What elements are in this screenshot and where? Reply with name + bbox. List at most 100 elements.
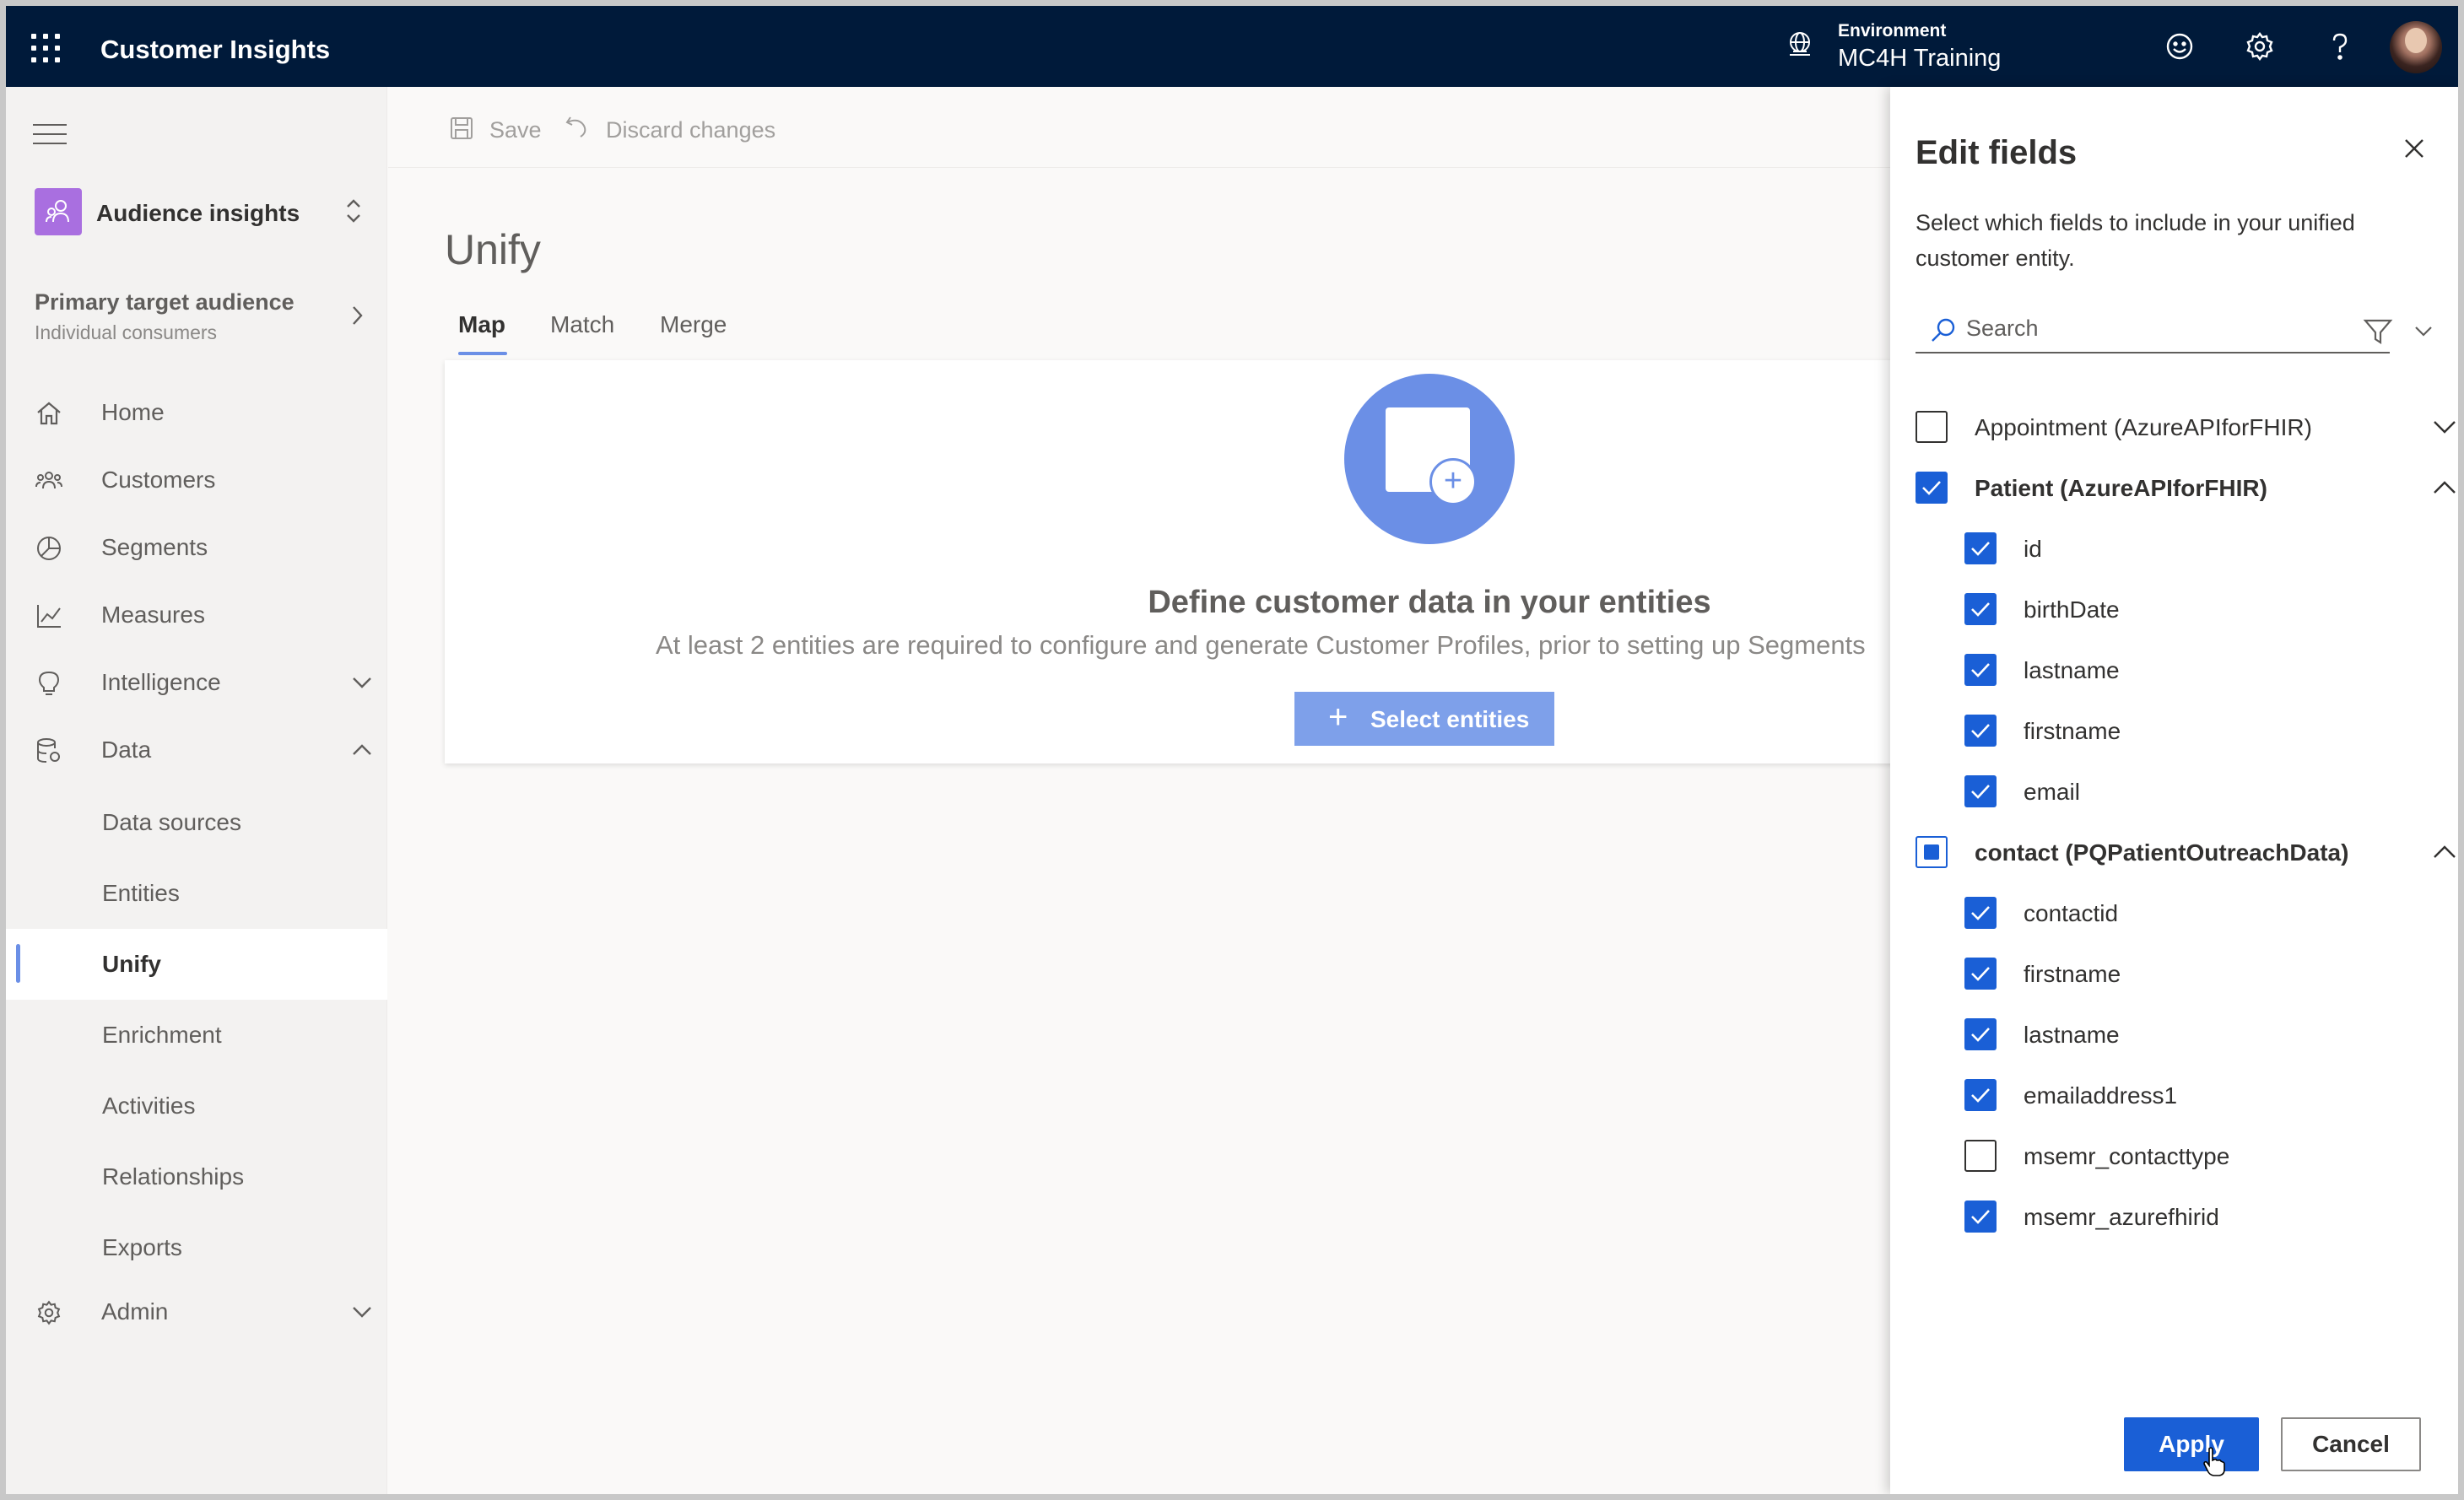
- field-label: firstname: [2024, 718, 2121, 744]
- nav-label: Relationships: [102, 1163, 245, 1190]
- field-row[interactable]: email: [1964, 767, 2458, 814]
- nav-label: Data: [101, 737, 152, 763]
- nav-label: Activities: [102, 1093, 196, 1119]
- tab-match[interactable]: Match: [550, 311, 614, 338]
- chevron-down-icon[interactable]: [350, 674, 374, 695]
- field-row[interactable]: msemr_contacttype: [1964, 1131, 2458, 1179]
- group-appointment[interactable]: Appointment (AzureAPIforFHIR): [1916, 402, 2456, 450]
- nav-label: Entities: [102, 880, 180, 906]
- waffle-icon[interactable]: [31, 34, 60, 62]
- field-row[interactable]: firstname: [1964, 706, 2458, 753]
- audience-switcher[interactable]: Audience insights: [96, 200, 300, 227]
- primary-audience-subtitle: Individual consumers: [35, 321, 218, 343]
- app-title[interactable]: Customer Insights: [100, 35, 330, 65]
- field-checkbox[interactable]: [1964, 1201, 1997, 1233]
- help-icon[interactable]: [2323, 30, 2357, 63]
- chevron-down-icon[interactable]: [350, 1303, 374, 1325]
- field-label: lastname: [2024, 1022, 2120, 1048]
- nav-label: Customers: [101, 467, 216, 493]
- add-icon: +: [1429, 458, 1477, 505]
- avatar[interactable]: [2390, 21, 2442, 73]
- field-checkbox[interactable]: [1964, 775, 1997, 807]
- nav-label: Data sources: [102, 809, 241, 835]
- nav-customers[interactable]: Customers: [6, 446, 387, 514]
- panel-title: Edit fields: [1916, 134, 2078, 171]
- panel-description: Select which fields to include in your u…: [1916, 210, 2355, 271]
- nav-segments[interactable]: Segments: [6, 514, 387, 581]
- hamburger-menu-icon[interactable]: [33, 124, 67, 152]
- field-row[interactable]: firstname: [1964, 949, 2458, 996]
- nav-exports[interactable]: Exports: [6, 1212, 387, 1283]
- field-row[interactable]: msemr_azurefhirid: [1964, 1192, 2458, 1239]
- smiley-icon[interactable]: [2163, 30, 2197, 63]
- nav-data-sources[interactable]: Data sources: [6, 787, 387, 858]
- environment-icon[interactable]: [1785, 30, 1815, 64]
- field-checkbox[interactable]: [1964, 532, 1997, 564]
- chevron-right-icon[interactable]: [349, 303, 365, 332]
- group-label: Appointment (AzureAPIforFHIR): [1975, 414, 2312, 440]
- select-entities-button[interactable]: + Select entities: [1294, 692, 1554, 746]
- tab-map[interactable]: Map: [458, 311, 505, 338]
- gear-icon[interactable]: [2243, 30, 2277, 63]
- checkbox-appointment[interactable]: [1916, 411, 1948, 443]
- home-icon: [35, 399, 63, 428]
- audience-insights-icon: [35, 188, 82, 235]
- chevron-up-icon[interactable]: [2432, 480, 2457, 499]
- save-button[interactable]: Save: [489, 117, 542, 143]
- left-nav: Audience insights Primary target audienc…: [6, 87, 387, 1494]
- filter-icon[interactable]: [2363, 316, 2393, 351]
- chevron-up-icon[interactable]: [350, 742, 374, 763]
- field-label: firstname: [2024, 961, 2121, 987]
- chevron-down-icon[interactable]: [2413, 325, 2434, 343]
- field-checkbox[interactable]: [1964, 593, 1997, 625]
- field-label: emailaddress1: [2024, 1082, 2178, 1109]
- nav-measures[interactable]: Measures: [6, 581, 387, 649]
- field-checkbox[interactable]: [1964, 1079, 1997, 1111]
- nav-entities[interactable]: Entities: [6, 858, 387, 929]
- field-checkbox[interactable]: [1964, 897, 1997, 929]
- field-row[interactable]: contactid: [1964, 888, 2458, 936]
- field-checkbox[interactable]: [1964, 1140, 1997, 1172]
- field-checkbox[interactable]: [1964, 654, 1997, 686]
- nav-activities[interactable]: Activities: [6, 1071, 387, 1141]
- checkbox-contact[interactable]: [1916, 836, 1948, 868]
- nav-label: Home: [101, 399, 165, 425]
- top-bar: Customer Insights Environment MC4H Train…: [6, 6, 2458, 87]
- discard-changes-button[interactable]: Discard changes: [606, 117, 775, 143]
- nav-data[interactable]: Data: [6, 716, 387, 784]
- nav-enrichment[interactable]: Enrichment: [6, 1000, 387, 1071]
- command-bar: Save Discard changes: [388, 87, 1890, 168]
- group-patient[interactable]: Patient (AzureAPIforFHIR): [1916, 463, 2456, 510]
- field-checkbox[interactable]: [1964, 715, 1997, 747]
- primary-audience-title[interactable]: Primary target audience: [35, 289, 294, 316]
- checkbox-patient[interactable]: [1916, 472, 1948, 504]
- edit-fields-panel: Edit fields Select which fields to inclu…: [1890, 87, 2458, 1494]
- button-label: Select entities: [1370, 706, 1530, 732]
- field-row[interactable]: lastname: [1964, 645, 2458, 693]
- field-checkbox[interactable]: [1964, 958, 1997, 990]
- nav-label: Intelligence: [101, 669, 221, 695]
- chevron-up-icon[interactable]: [2432, 844, 2457, 864]
- search-input[interactable]: [1966, 311, 2380, 345]
- environment-label: Environment: [1838, 21, 1947, 40]
- nav-label: Unify: [102, 951, 161, 977]
- environment-name[interactable]: MC4H Training: [1838, 45, 2001, 73]
- field-row[interactable]: birthDate: [1964, 585, 2458, 632]
- nav-relationships[interactable]: Relationships: [6, 1141, 387, 1212]
- field-checkbox[interactable]: [1964, 1018, 1997, 1050]
- field-row[interactable]: id: [1964, 524, 2458, 571]
- field-row[interactable]: emailaddress1: [1964, 1071, 2458, 1118]
- field-row[interactable]: lastname: [1964, 1010, 2458, 1057]
- apply-button[interactable]: Apply: [2124, 1417, 2259, 1471]
- close-icon[interactable]: [2402, 136, 2427, 165]
- nav-admin[interactable]: Admin: [6, 1278, 387, 1346]
- updown-chevron-icon[interactable]: [343, 197, 364, 229]
- chevron-down-icon[interactable]: [2432, 419, 2457, 439]
- tab-merge[interactable]: Merge: [660, 311, 727, 338]
- nav-intelligence[interactable]: Intelligence: [6, 649, 387, 716]
- group-contact[interactable]: contact (PQPatientOutreachData): [1916, 828, 2456, 875]
- nav-home[interactable]: Home: [6, 379, 387, 446]
- undo-icon: [564, 114, 589, 143]
- nav-unify[interactable]: Unify: [6, 929, 387, 1000]
- cancel-button[interactable]: Cancel: [2281, 1417, 2421, 1471]
